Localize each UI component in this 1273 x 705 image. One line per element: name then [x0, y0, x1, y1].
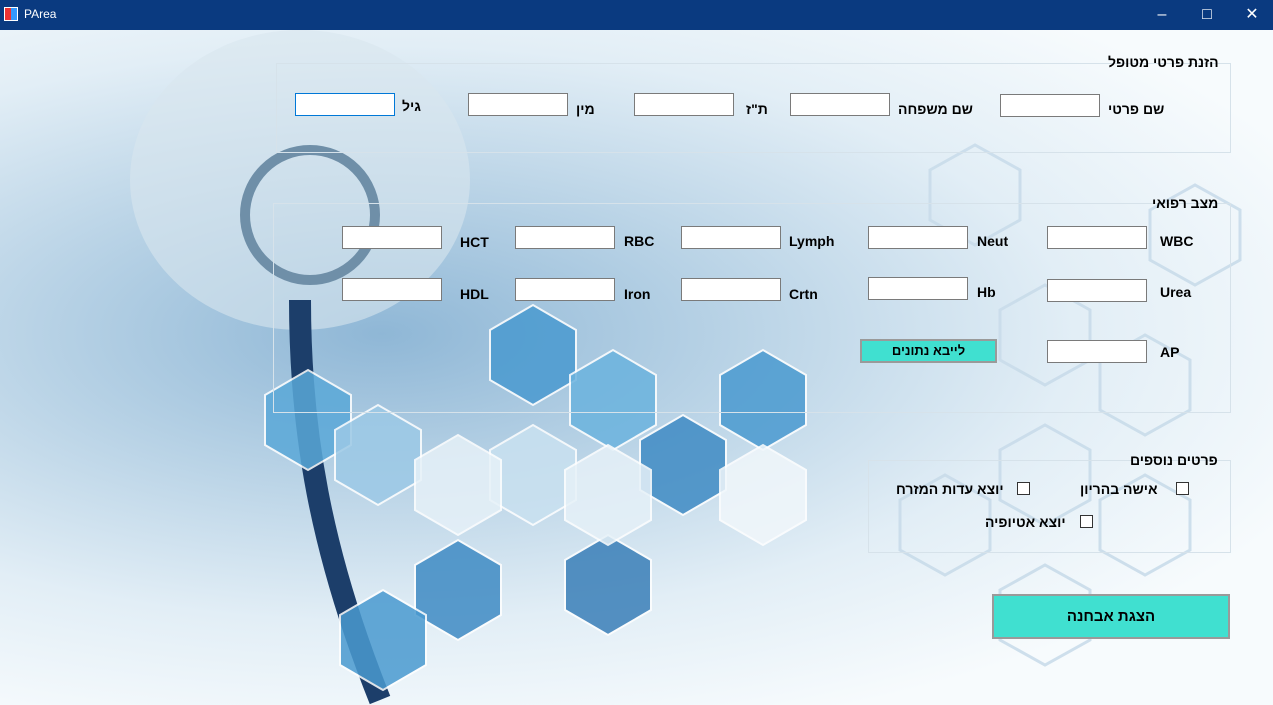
- minimize-icon[interactable]: –: [1139, 0, 1185, 30]
- close-icon[interactable]: ✕: [1229, 0, 1273, 30]
- id-label: ת"ז: [746, 101, 768, 117]
- hdl-label: HDL: [460, 286, 489, 302]
- hb-label: Hb: [977, 284, 996, 300]
- iron-input[interactable]: [515, 278, 615, 301]
- crtn-input[interactable]: [681, 278, 781, 301]
- last-name-label: שם משפחה: [898, 101, 973, 117]
- last-name-input[interactable]: [790, 93, 890, 116]
- ethiopian-origin-checkbox[interactable]: [1080, 515, 1093, 528]
- hct-input[interactable]: [342, 226, 442, 249]
- urea-label: Urea: [1160, 284, 1192, 300]
- patient-details-title: הזנת פרטי מטופל: [1108, 54, 1219, 70]
- additional-details-title: פרטים נוספים: [1130, 452, 1218, 468]
- ethiopian-origin-label: יוצא אטיופיה: [985, 514, 1066, 530]
- show-diagnosis-button[interactable]: הצגת אבחנה: [992, 594, 1230, 639]
- rbc-input[interactable]: [515, 226, 615, 249]
- eastern-origin-label: יוצא עדות המזרח: [896, 481, 1004, 497]
- crtn-label: Crtn: [789, 286, 818, 302]
- age-input[interactable]: [295, 93, 395, 116]
- pregnant-label: אישה בהריון: [1080, 481, 1158, 497]
- wbc-input[interactable]: [1047, 226, 1147, 249]
- eastern-origin-checkbox[interactable]: [1017, 482, 1030, 495]
- title-bar: PArea – □ ✕: [0, 0, 1273, 30]
- medical-state-title: מצב רפואי: [1152, 195, 1219, 211]
- lymph-input[interactable]: [681, 226, 781, 249]
- iron-label: Iron: [624, 286, 651, 302]
- gender-input[interactable]: [468, 93, 568, 116]
- ap-input[interactable]: [1047, 340, 1147, 363]
- import-data-button[interactable]: לייבא נתונים: [860, 339, 997, 363]
- wbc-label: WBC: [1160, 233, 1194, 249]
- first-name-label: שם פרטי: [1108, 101, 1165, 117]
- id-input[interactable]: [634, 93, 734, 116]
- window-title: PArea: [24, 7, 57, 21]
- neut-label: Neut: [977, 233, 1009, 249]
- gender-label: מין: [576, 101, 595, 117]
- additional-details-group: [868, 460, 1231, 553]
- rbc-label: RBC: [624, 233, 655, 249]
- ap-label: AP: [1160, 344, 1180, 360]
- hdl-input[interactable]: [342, 278, 442, 301]
- pregnant-checkbox[interactable]: [1176, 482, 1189, 495]
- lymph-label: Lymph: [789, 233, 835, 249]
- app-icon: [4, 7, 18, 21]
- first-name-input[interactable]: [1000, 94, 1100, 117]
- urea-input[interactable]: [1047, 279, 1147, 302]
- hb-input[interactable]: [868, 277, 968, 300]
- age-label: גיל: [402, 98, 421, 114]
- maximize-icon[interactable]: □: [1184, 0, 1230, 30]
- hct-label: HCT: [460, 234, 489, 250]
- neut-input[interactable]: [868, 226, 968, 249]
